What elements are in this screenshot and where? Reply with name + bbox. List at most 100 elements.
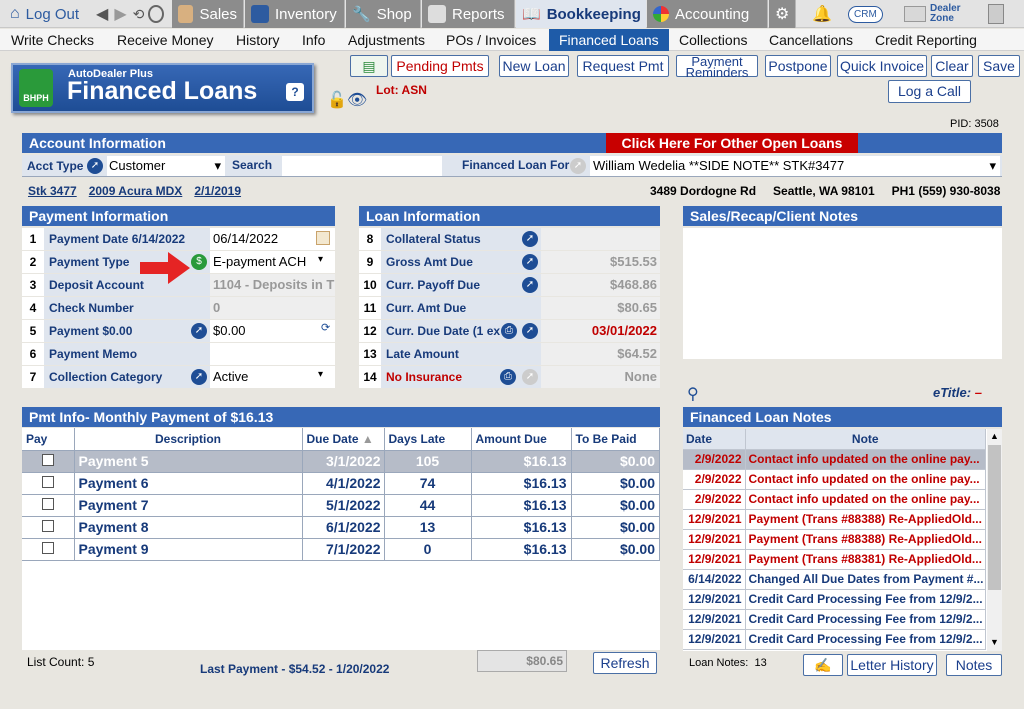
lookup-icon[interactable]: ➚ <box>522 277 538 293</box>
chevron-down-icon[interactable]: ▾ <box>318 369 323 380</box>
financed-loan-select[interactable]: William Wedelia **SIDE NOTE** STK#3477 ▾ <box>590 156 1000 176</box>
lookup-icon[interactable]: ➚ <box>191 323 207 339</box>
note-row[interactable]: 12/9/2021 Credit Card Processing Fee fro… <box>683 609 986 630</box>
user-avatar-icon[interactable] <box>142 0 170 28</box>
new-loan-button[interactable]: New Loan <box>499 55 569 77</box>
col-to-be-paid[interactable]: To Be Paid <box>571 428 660 451</box>
forward-arrow-icon[interactable]: ▶ <box>114 4 126 24</box>
tab-info[interactable]: Info <box>292 29 335 51</box>
payment-to-be-paid[interactable]: $0.00 <box>571 494 660 517</box>
other-open-loans-button[interactable]: Click Here For Other Open Loans <box>606 133 858 153</box>
note-row[interactable]: 6/14/2022 Changed All Due Dates from Pay… <box>683 569 986 590</box>
col-due-date[interactable]: Due Date ▲ <box>302 428 385 451</box>
note-row[interactable]: 12/9/2021 Payment (Trans #88388) Re-Appl… <box>683 509 986 530</box>
refresh-button[interactable]: Refresh <box>593 652 657 674</box>
field-value[interactable]: E-payment ACH <box>210 251 335 273</box>
module-sales[interactable]: Sales <box>172 0 244 28</box>
eye-icon[interactable]: 👁 <box>347 90 367 110</box>
col-days-late[interactable]: Days Late <box>384 428 472 451</box>
tab-cancellations[interactable]: Cancellations <box>759 29 863 51</box>
pay-checkbox[interactable] <box>41 476 54 488</box>
payment-to-be-paid[interactable]: $0.00 <box>571 538 660 561</box>
print-icon[interactable]: ⎙ <box>501 323 517 339</box>
log-a-call-button[interactable]: Log a Call <box>888 80 971 103</box>
note-row[interactable]: 12/9/2021 Credit Card Processing Fee fro… <box>683 629 986 650</box>
table-row[interactable]: Payment 9 7/1/2022 0 $16.13 $0.00 <box>22 538 660 561</box>
signature-icon-button[interactable]: ✍ <box>803 654 843 676</box>
payment-to-be-paid[interactable]: $0.00 <box>571 472 660 495</box>
clear-button[interactable]: Clear <box>931 55 973 77</box>
recalc-icon[interactable]: ⟳ <box>321 321 330 334</box>
calendar-icon[interactable] <box>316 231 330 245</box>
calculator-icon[interactable] <box>982 0 1010 28</box>
dealer-zone-button[interactable]: Dealer Zone <box>898 0 967 28</box>
note-row[interactable]: 2/9/2022 Contact info updated on the onl… <box>683 449 986 470</box>
acct-type-lookup-icon[interactable]: ➚ <box>87 158 103 174</box>
col-description[interactable]: Description <box>74 428 303 451</box>
field-value[interactable]: Active <box>210 366 335 388</box>
pending-payments-button[interactable]: Pending Pmts <box>391 55 489 77</box>
module-reports[interactable]: Reports <box>422 0 515 28</box>
crm-button[interactable]: CRM <box>842 0 889 28</box>
alerts-bell-icon[interactable]: 🔔 <box>806 0 838 28</box>
tab-receive-money[interactable]: Receive Money <box>107 29 224 51</box>
sales-notes-area[interactable] <box>683 228 1002 359</box>
col-amount-due[interactable]: Amount Due <box>471 428 572 451</box>
scroll-thumb[interactable] <box>988 445 1001 590</box>
lookup-icon[interactable]: ➚ <box>522 369 538 385</box>
tab-write-checks[interactable]: Write Checks <box>1 29 104 51</box>
tab-collections[interactable]: Collections <box>669 29 757 51</box>
scroll-up-icon[interactable]: ▲ <box>990 431 999 441</box>
col-note[interactable]: Note <box>745 429 986 450</box>
pay-checkbox[interactable] <box>41 520 54 532</box>
spreadsheet-icon-button[interactable]: ▤ <box>350 55 388 77</box>
notes-scrollbar[interactable]: ▲ ▼ <box>987 429 1002 651</box>
help-icon[interactable]: ? <box>286 83 304 101</box>
lookup-icon[interactable]: ➚ <box>522 323 538 339</box>
field-value[interactable]: 1104 - Deposits in T <box>210 274 335 296</box>
vehicle-link[interactable]: Stk 3477 2009 Acura MDX 2/1/2019 <box>28 184 241 198</box>
lock-icon[interactable]: 🔓 <box>327 90 347 110</box>
request-payment-button[interactable]: Request Pmt <box>577 55 669 77</box>
table-row[interactable]: Payment 6 4/1/2022 74 $16.13 $0.00 <box>22 472 660 495</box>
table-row[interactable]: Payment 5 3/1/2022 105 $16.13 $0.00 <box>22 450 660 473</box>
tab-history[interactable]: History <box>226 29 290 51</box>
lookup-icon[interactable]: ➚ <box>522 231 538 247</box>
tab-financed-loans[interactable]: Financed Loans <box>549 29 669 51</box>
chevron-down-icon[interactable]: ▾ <box>318 254 323 265</box>
note-row[interactable]: 12/9/2021 Credit Card Processing Fee fro… <box>683 589 986 610</box>
col-pay[interactable]: Pay <box>22 428 75 451</box>
field-value[interactable]: $0.00 <box>210 320 335 342</box>
module-bookkeeping[interactable]: 📖 Bookkeeping <box>516 0 646 28</box>
back-arrow-icon[interactable]: ◀ <box>96 4 108 24</box>
logout-button[interactable]: ⌂ Log Out <box>4 0 85 28</box>
note-row[interactable]: 2/9/2022 Contact info updated on the onl… <box>683 489 986 510</box>
payment-to-be-paid[interactable]: $0.00 <box>571 450 660 473</box>
module-inventory[interactable]: Inventory <box>245 0 345 28</box>
pay-checkbox[interactable] <box>41 454 54 466</box>
acct-type-select[interactable]: Customer ▾ <box>107 156 225 176</box>
lookup-icon[interactable]: ➚ <box>191 369 207 385</box>
print-icon[interactable]: ⎙ <box>500 369 516 385</box>
table-row[interactable]: Payment 8 6/1/2022 13 $16.13 $0.00 <box>22 516 660 539</box>
letter-history-button[interactable]: Letter History <box>847 654 937 676</box>
payment-to-be-paid[interactable]: $0.00 <box>571 516 660 539</box>
payment-reminders-button[interactable]: Payment Reminders <box>676 55 758 79</box>
module-accounting[interactable]: Accounting <box>647 0 768 28</box>
pay-checkbox[interactable] <box>41 498 54 510</box>
col-note-date[interactable]: Date <box>683 429 746 450</box>
quick-invoice-button[interactable]: Quick Invoice <box>837 55 927 77</box>
table-row[interactable]: Payment 7 5/1/2022 44 $16.13 $0.00 <box>22 494 660 517</box>
postpone-button[interactable]: Postpone <box>765 55 831 77</box>
tab-credit-reporting[interactable]: Credit Reporting <box>865 29 987 51</box>
save-button[interactable]: Save <box>978 55 1020 77</box>
scroll-down-icon[interactable]: ▼ <box>990 637 999 647</box>
tab-adjustments[interactable]: Adjustments <box>338 29 435 51</box>
lookup-icon[interactable]: ➚ <box>522 254 538 270</box>
map-pin-icon[interactable]: ⚲ <box>687 384 699 404</box>
search-input[interactable] <box>282 156 442 176</box>
pay-checkbox[interactable] <box>41 542 54 554</box>
module-shop[interactable]: 🔧 Shop <box>346 0 421 28</box>
field-value[interactable]: 0 <box>210 297 335 319</box>
tab-pos-invoices[interactable]: POs / Invoices <box>436 29 546 51</box>
